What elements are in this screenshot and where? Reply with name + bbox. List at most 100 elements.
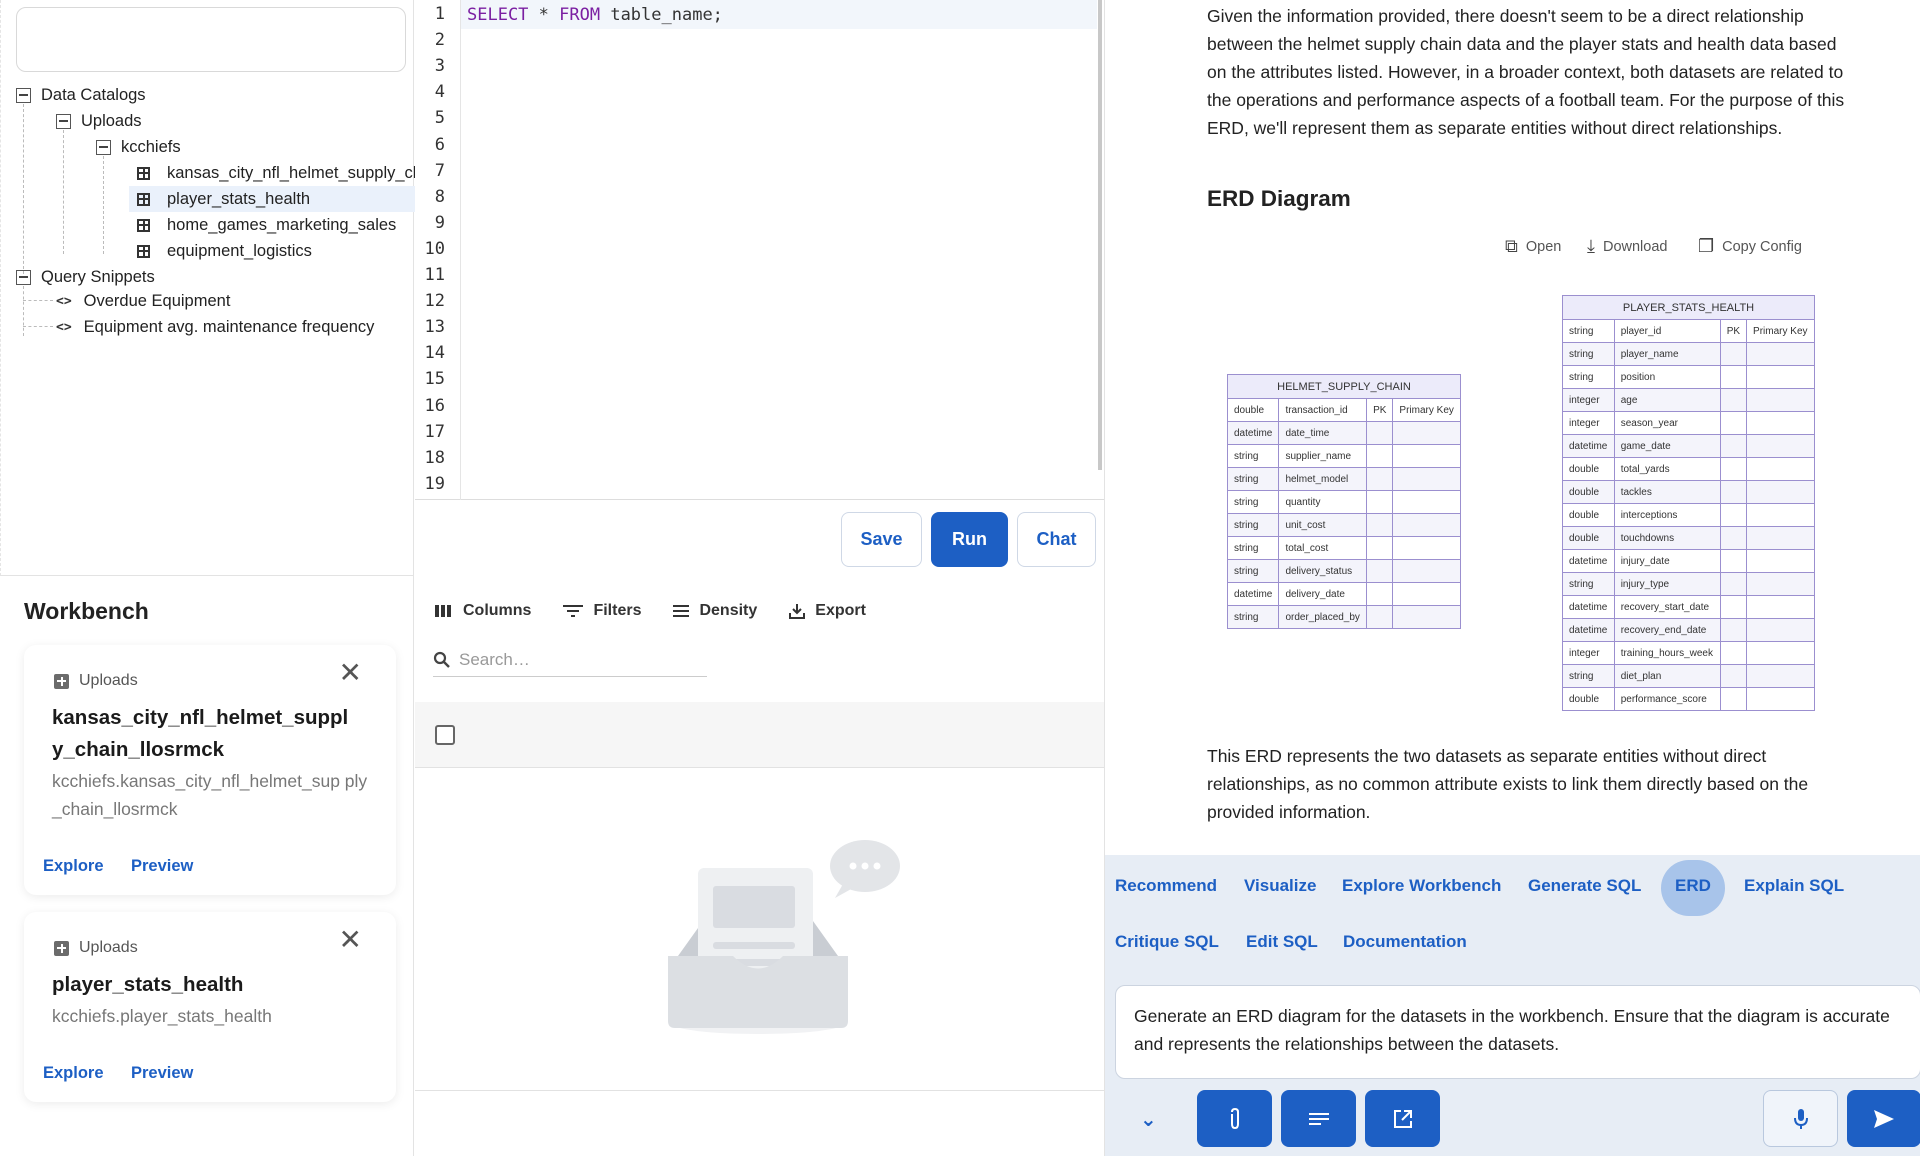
chip-visualize[interactable]: Visualize bbox=[1244, 876, 1316, 896]
erd-open-label: Open bbox=[1525, 238, 1562, 255]
erd-attr-comment bbox=[1392, 467, 1461, 491]
erd-entity-title: HELMET_SUPPLY_CHAIN bbox=[1227, 374, 1461, 399]
erd-attribute-row: datetime delivery_date bbox=[1226, 582, 1461, 606]
line-number: 7 bbox=[434, 160, 445, 181]
collapse-chevron-icon[interactable]: ⌄ bbox=[1140, 1107, 1157, 1132]
line-number: 13 bbox=[424, 317, 445, 338]
editor-scrollbar[interactable] bbox=[1098, 0, 1102, 470]
erd-attr-type: datetime bbox=[1562, 618, 1615, 642]
catalog-search-field[interactable] bbox=[16, 7, 406, 72]
line-number: 6 bbox=[434, 134, 445, 155]
chip-recommend[interactable]: Recommend bbox=[1115, 876, 1217, 896]
tree-item-table[interactable]: kansas_city_nfl_helmet_supply_cha bbox=[129, 160, 415, 186]
chat-prompt-input[interactable]: Generate an ERD diagram for the datasets… bbox=[1115, 985, 1920, 1079]
chip-explore-workbench[interactable]: Explore Workbench bbox=[1342, 876, 1501, 896]
preview-link[interactable]: Preview bbox=[131, 1064, 193, 1083]
tree-item-table-selected[interactable]: player_stats_health bbox=[129, 186, 415, 212]
chip-critique-sql[interactable]: Critique SQL bbox=[1115, 932, 1219, 952]
preview-link[interactable]: Preview bbox=[131, 857, 193, 876]
chip-edit-sql[interactable]: Edit SQL bbox=[1246, 932, 1318, 952]
filter-icon bbox=[563, 605, 584, 617]
explore-link[interactable]: Explore bbox=[43, 1064, 104, 1083]
tree-item-table[interactable]: equipment_logistics bbox=[129, 238, 312, 264]
workbench-card: Uploads ✕ player_stats_health kcchiefs.p… bbox=[24, 912, 396, 1102]
run-button[interactable]: Run bbox=[931, 512, 1008, 567]
erd-attr-key bbox=[1366, 490, 1394, 514]
erd-attribute-row: double touchdowns bbox=[1562, 526, 1815, 550]
erd-attr-key: PK bbox=[1366, 398, 1394, 422]
card-source-label: Uploads bbox=[79, 672, 138, 689]
erd-attribute-row: integer age bbox=[1562, 388, 1815, 412]
attach-button[interactable] bbox=[1197, 1090, 1272, 1147]
erd-attr-comment bbox=[1746, 641, 1815, 665]
tree-item-label: kcchiefs bbox=[121, 137, 181, 156]
filters-button[interactable]: Filters bbox=[563, 602, 641, 620]
erd-attr-key bbox=[1366, 467, 1394, 491]
erd-attr-name: order_placed_by bbox=[1278, 605, 1368, 629]
export-button[interactable]: Export bbox=[789, 602, 866, 620]
erd-copy-config-button[interactable]: ❐ Copy Config bbox=[1698, 236, 1802, 257]
erd-attr-comment bbox=[1746, 618, 1815, 642]
chip-explain-sql[interactable]: Explain SQL bbox=[1744, 876, 1844, 896]
card-table-path: kcchiefs.player_stats_health bbox=[52, 1006, 272, 1026]
grid-footer-divider bbox=[415, 1090, 1104, 1091]
select-all-checkbox[interactable] bbox=[435, 725, 455, 745]
erd-attr-key bbox=[1719, 365, 1748, 389]
sql-code[interactable]: SELECT * FROM table_name; bbox=[467, 5, 723, 25]
collapse-icon[interactable] bbox=[16, 87, 31, 103]
columns-button[interactable]: Columns bbox=[435, 602, 531, 620]
send-button[interactable] bbox=[1847, 1090, 1920, 1147]
erd-attribute-row: datetime recovery_start_date bbox=[1562, 595, 1815, 619]
left-panel: Data Catalogs Uploads kcchiefs kansas_ci… bbox=[0, 0, 415, 1156]
density-button[interactable]: Density bbox=[673, 602, 757, 620]
tree-item-snippet[interactable]: <> Equipment avg. maintenance frequency bbox=[56, 314, 374, 340]
line-number: 14 bbox=[424, 343, 445, 364]
erd-attr-comment bbox=[1746, 365, 1815, 389]
tree-item-snippet[interactable]: <> Overdue Equipment bbox=[56, 288, 230, 314]
chip-documentation[interactable]: Documentation bbox=[1343, 932, 1467, 952]
erd-attr-name: date_time bbox=[1278, 421, 1368, 445]
chip-generate-sql[interactable]: Generate SQL bbox=[1528, 876, 1641, 896]
collapse-icon[interactable] bbox=[96, 139, 111, 155]
paperclip-icon bbox=[1230, 1107, 1239, 1129]
assistant-message-intro: Given the information provided, there do… bbox=[1207, 6, 1845, 138]
collapse-icon[interactable] bbox=[56, 113, 71, 129]
erd-attribute-row: string player_id PK Primary Key bbox=[1562, 319, 1815, 343]
save-button[interactable]: Save bbox=[841, 512, 922, 567]
columns-label: Columns bbox=[463, 602, 532, 619]
tree-item-query-snippets[interactable]: Query Snippets bbox=[16, 264, 155, 290]
erd-download-label: Download bbox=[1602, 238, 1668, 255]
erd-attr-type: datetime bbox=[1226, 582, 1280, 606]
erd-open-button[interactable]: ⧉ Open bbox=[1505, 236, 1561, 257]
chat-button[interactable]: Chat bbox=[1017, 512, 1096, 567]
erd-attr-type: string bbox=[1562, 572, 1615, 596]
erd-attr-comment bbox=[1746, 457, 1815, 481]
sql-editor[interactable]: 1 2 3 4 5 6 7 8 9 10 11 12 13 14 15 16 17 18 19 SELECT * F… bbox=[415, 0, 1104, 500]
erd-attr-name: injury_type bbox=[1613, 572, 1721, 596]
line-number-gutter: 1 2 3 4 5 6 7 8 9 10 11 12 13 14 15 16 17 18 19 bbox=[415, 0, 461, 500]
explore-link[interactable]: Explore bbox=[43, 857, 104, 876]
collapse-icon[interactable] bbox=[16, 269, 31, 285]
tree-item-data-catalogs[interactable]: Data Catalogs bbox=[16, 82, 146, 108]
catalog-browser: Data Catalogs Uploads kcchiefs kansas_ci… bbox=[0, 0, 415, 576]
microphone-button[interactable] bbox=[1763, 1090, 1838, 1147]
erd-heading: ERD Diagram bbox=[1207, 186, 1351, 211]
grid-search-field[interactable]: Search… bbox=[433, 643, 707, 677]
open-external-button[interactable] bbox=[1365, 1090, 1440, 1147]
tree-item-kcchiefs[interactable]: kcchiefs bbox=[96, 134, 181, 160]
erd-attr-type: string bbox=[1226, 490, 1280, 514]
erd-attr-key bbox=[1366, 444, 1394, 468]
line-number: 17 bbox=[424, 421, 445, 442]
chip-erd[interactable]: ERD bbox=[1675, 876, 1711, 896]
tree-item-table[interactable]: home_games_marketing_sales bbox=[129, 212, 396, 238]
tree-item-uploads[interactable]: Uploads bbox=[56, 108, 142, 134]
close-icon[interactable]: ✕ bbox=[339, 926, 362, 954]
erd-download-button[interactable]: ⤓ Download bbox=[1587, 236, 1667, 257]
erd-attribute-row: string total_cost bbox=[1226, 536, 1461, 560]
close-icon[interactable]: ✕ bbox=[339, 659, 362, 687]
catalog-search-input[interactable] bbox=[33, 28, 389, 51]
format-button[interactable] bbox=[1281, 1090, 1356, 1147]
line-number: 2 bbox=[434, 30, 445, 51]
table-icon bbox=[137, 218, 150, 232]
tree-item-label: Overdue Equipment bbox=[83, 291, 231, 310]
